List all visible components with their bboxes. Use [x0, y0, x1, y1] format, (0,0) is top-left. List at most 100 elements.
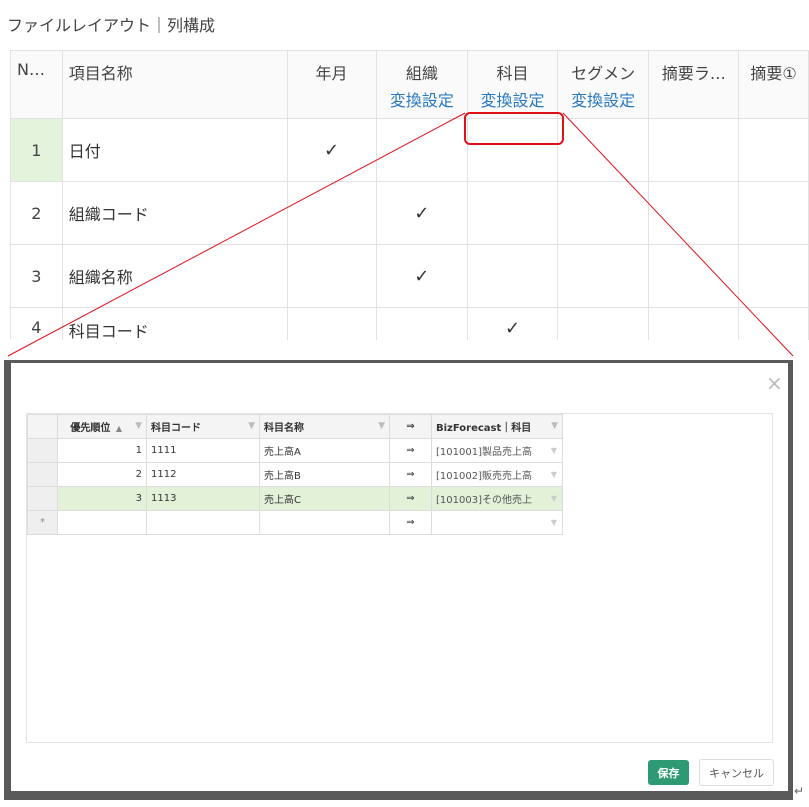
column-header-summary-label[interactable]: 摘要ラ…: [648, 50, 740, 119]
new-row[interactable]: * ⇒ ▼: [27, 510, 563, 535]
priority-cell[interactable]: 2: [57, 462, 147, 487]
account-name-cell[interactable]: [259, 510, 390, 535]
bizforecast-header-label: BizForecast｜科目: [436, 423, 532, 434]
account-convert-link[interactable]: 変換設定: [474, 87, 551, 111]
yearmonth-check[interactable]: ✓: [286, 118, 377, 182]
column-header-summary-1[interactable]: 摘要①: [738, 50, 809, 119]
column-header-bizforecast-account[interactable]: BizForecast｜科目 ▼: [431, 414, 563, 439]
segment-cell[interactable]: [556, 118, 650, 182]
summary-1-cell[interactable]: [738, 307, 809, 340]
table-row[interactable]: 2 1112 売上高B ⇒ [101002]販売売上高 ▼: [27, 462, 563, 487]
table-row[interactable]: 3 1113 売上高C ⇒ [101003]その他売上 ▼: [27, 486, 563, 511]
organization-check[interactable]: ✓: [375, 181, 469, 245]
arrow-cell: ⇒: [389, 438, 432, 463]
table-row[interactable]: 1 1111 売上高A ⇒ [101001]製品売上高 ▼: [27, 438, 563, 463]
row-header[interactable]: [27, 486, 58, 511]
dropdown-caret-icon[interactable]: ▼: [551, 494, 557, 503]
column-header-account-name[interactable]: 科目名称 ▼: [259, 414, 390, 439]
item-name-cell[interactable]: 日付: [61, 118, 288, 182]
summary-label-cell[interactable]: [648, 244, 740, 308]
row-header[interactable]: [27, 462, 58, 487]
filter-icon[interactable]: ▼: [551, 421, 558, 431]
arrow-cell: ⇒: [389, 510, 432, 535]
account-code-cell[interactable]: 1111: [146, 438, 260, 463]
account-code-cell[interactable]: 1113: [146, 486, 260, 511]
account-cell[interactable]: [467, 181, 558, 245]
column-header-organization-label: 組織: [405, 64, 438, 83]
summary-1-cell[interactable]: [738, 244, 809, 308]
segment-convert-link[interactable]: 変換設定: [564, 87, 643, 111]
row-number: 4: [10, 307, 63, 340]
column-header-account[interactable]: 科目 変換設定: [467, 50, 558, 119]
cancel-button[interactable]: キャンセル: [699, 759, 774, 786]
priority-cell[interactable]: [57, 510, 147, 535]
dropdown-caret-icon[interactable]: ▼: [551, 518, 557, 527]
yearmonth-cell[interactable]: [286, 307, 377, 340]
row-header[interactable]: [27, 438, 58, 463]
account-convert-highlight: [464, 112, 564, 145]
account-name-cell[interactable]: 売上高C: [259, 486, 390, 511]
item-name-cell[interactable]: 組織コード: [61, 181, 288, 245]
column-header-priority[interactable]: 優先順位 ▲ ▼: [57, 414, 147, 439]
dropdown-caret-icon[interactable]: ▼: [551, 446, 557, 455]
account-name-header-label: 科目名称: [264, 423, 304, 434]
table-row[interactable]: 2 組織コード ✓: [10, 181, 809, 245]
column-header-no[interactable]: N…: [10, 50, 63, 119]
row-number: 2: [10, 181, 63, 245]
table-row[interactable]: 3 組織名称 ✓: [10, 244, 809, 308]
column-header-yearmonth[interactable]: 年月: [286, 50, 377, 119]
bizforecast-account-select[interactable]: [101003]その他売上 ▼: [431, 486, 563, 511]
filter-icon[interactable]: ▼: [248, 421, 255, 431]
priority-cell[interactable]: 1: [57, 438, 147, 463]
table-row[interactable]: 1 日付 ✓: [10, 118, 809, 182]
arrow-cell: ⇒: [389, 486, 432, 511]
summary-1-cell[interactable]: [738, 181, 809, 245]
mapping-grid: 優先順位 ▲ ▼ 科目コード ▼ 科目名称 ▼ ⇒ BizForecast｜科目: [26, 413, 773, 743]
bizforecast-account-select[interactable]: [101002]販売売上高 ▼: [431, 462, 563, 487]
summary-label-cell[interactable]: [648, 181, 740, 245]
segment-cell[interactable]: [556, 244, 650, 308]
summary-label-cell[interactable]: [648, 307, 740, 340]
page-title: ファイルレイアウト｜列構成: [7, 16, 216, 35]
account-cell[interactable]: [467, 244, 558, 308]
column-layout-table: N… 項目名称 年月 組織 変換設定 科目 変換設定 セグメン 変換設定 摘要ラ…: [10, 50, 809, 340]
dropdown-caret-icon[interactable]: ▼: [551, 470, 557, 479]
priority-cell[interactable]: 3: [57, 486, 147, 511]
column-header-segment[interactable]: セグメン 変換設定: [556, 50, 650, 119]
yearmonth-cell[interactable]: [286, 181, 377, 245]
account-name-cell[interactable]: 売上高A: [259, 438, 390, 463]
table-row[interactable]: 4 科目コード ✓: [10, 307, 809, 340]
column-header-arrow: ⇒: [389, 414, 432, 439]
bizforecast-account-value: [101001]製品売上高: [436, 447, 532, 458]
organization-cell[interactable]: [375, 118, 469, 182]
column-header-segment-label: セグメン: [571, 64, 636, 83]
account-code-cell[interactable]: [146, 510, 260, 535]
column-header-account-code[interactable]: 科目コード ▼: [146, 414, 260, 439]
item-name-cell[interactable]: 組織名称: [61, 244, 288, 308]
summary-label-cell[interactable]: [648, 118, 740, 182]
row-header-corner: [27, 414, 58, 439]
filter-icon[interactable]: ▼: [135, 421, 142, 431]
account-name-cell[interactable]: 売上高B: [259, 462, 390, 487]
save-button[interactable]: 保存: [648, 760, 689, 785]
account-check[interactable]: ✓: [467, 307, 558, 340]
segment-cell[interactable]: [556, 307, 650, 340]
file-layout-panel: ファイルレイアウト｜列構成 N… 項目名称 年月 組織 変換設定 科目 変換設定: [0, 0, 809, 340]
bizforecast-account-select[interactable]: [101001]製品売上高 ▼: [431, 438, 563, 463]
close-icon[interactable]: ×: [766, 371, 783, 395]
segment-cell[interactable]: [556, 181, 650, 245]
account-code-cell[interactable]: 1112: [146, 462, 260, 487]
sort-asc-icon[interactable]: ▲: [116, 424, 122, 433]
organization-cell[interactable]: [375, 307, 469, 340]
account-code-header-label: 科目コード: [151, 423, 201, 434]
yearmonth-cell[interactable]: [286, 244, 377, 308]
bizforecast-account-select[interactable]: ▼: [431, 510, 563, 535]
column-header-item-name[interactable]: 項目名称: [61, 50, 288, 119]
organization-check[interactable]: ✓: [375, 244, 469, 308]
item-name-cell[interactable]: 科目コード: [61, 307, 288, 340]
filter-icon[interactable]: ▼: [378, 421, 385, 431]
new-row-marker[interactable]: *: [27, 510, 58, 535]
organization-convert-link[interactable]: 変換設定: [383, 87, 462, 111]
summary-1-cell[interactable]: [738, 118, 809, 182]
column-header-organization[interactable]: 組織 変換設定: [375, 50, 469, 119]
